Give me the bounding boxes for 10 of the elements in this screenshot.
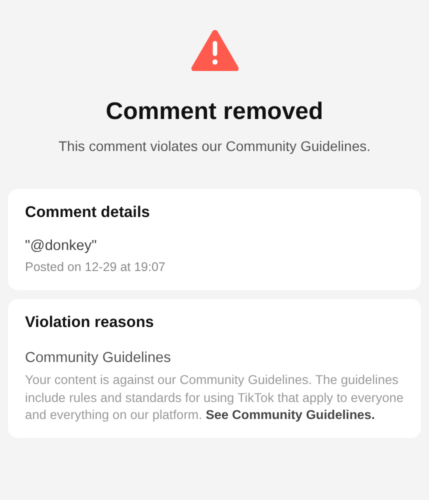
comment-text: "@donkey" bbox=[25, 237, 98, 256]
reason-description: Your content is against our Community Guidelines. The guidelines include rules and standards for using TikTok that apply to everyone and everything on our platform. See Community Guidelines. bbox=[25, 371, 404, 424]
warning-icon bbox=[190, 29, 238, 71]
reason-title: Community Guidelines bbox=[25, 349, 172, 368]
page-subtitle: This comment violates our Community Guidelines. bbox=[58, 137, 370, 155]
guidelines-link[interactable]: See Community Guidelines. bbox=[206, 407, 375, 422]
page-title: Comment removed bbox=[106, 97, 324, 127]
card-heading: Violation reasons bbox=[25, 313, 155, 333]
card-heading: Comment details bbox=[25, 203, 151, 223]
posted-date: Posted on 12-29 at 19:07 bbox=[25, 259, 166, 276]
